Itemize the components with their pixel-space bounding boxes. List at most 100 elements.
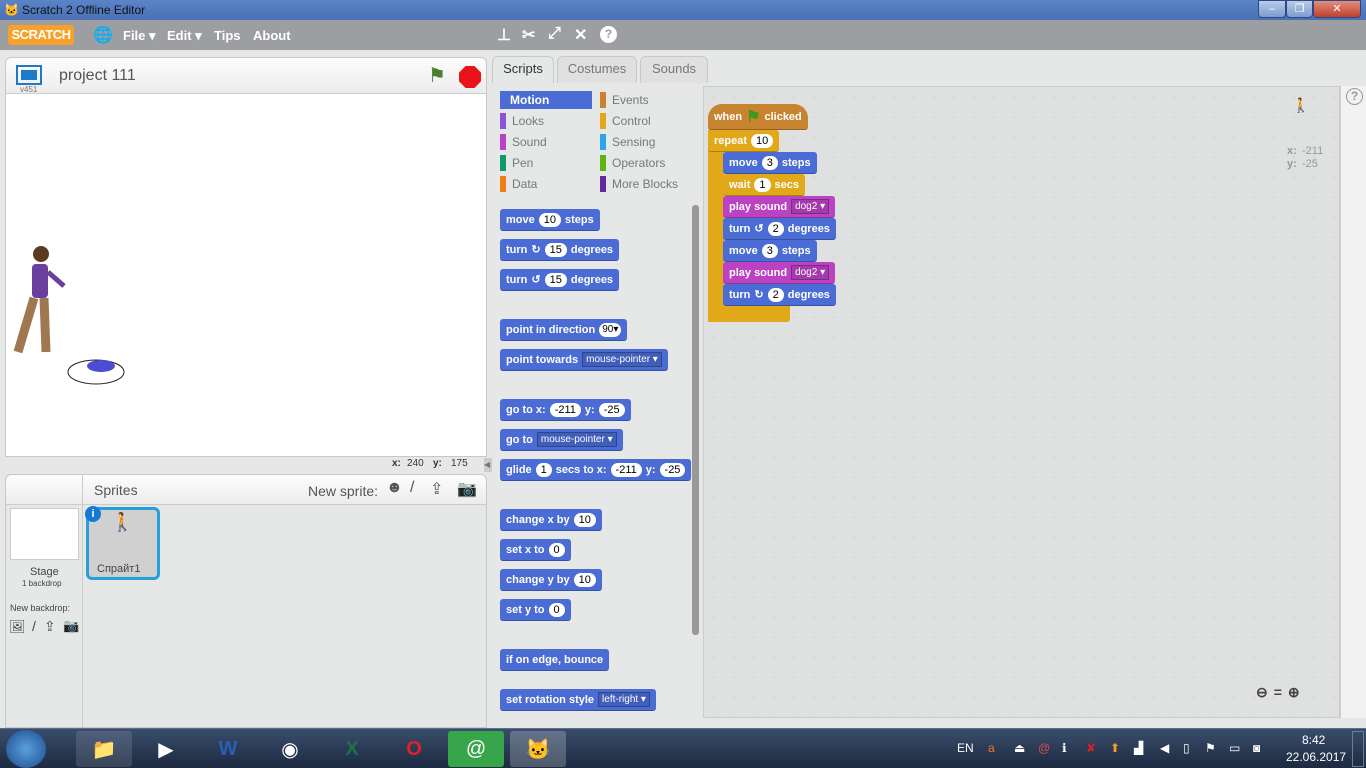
zoom-in-icon[interactable]: ⊕	[1288, 684, 1300, 708]
cut-scissors-icon[interactable]: ✂	[522, 25, 535, 45]
avast-tray-icon[interactable]: a	[988, 741, 995, 755]
info-icon[interactable]: i	[85, 506, 101, 522]
volume-tray-icon[interactable]: ◀	[1160, 741, 1169, 755]
tab-scripts[interactable]: Scripts	[492, 56, 554, 83]
number-input[interactable]: 15	[544, 272, 567, 287]
dropdown-input[interactable]: left-right ▾	[598, 692, 650, 707]
mail-tray-icon[interactable]: @	[1038, 741, 1050, 755]
backdrop-library-icon[interactable]: 🖼	[9, 619, 26, 635]
number-input[interactable]: 3	[761, 155, 778, 170]
palette-block[interactable]: move 10 steps	[500, 209, 600, 231]
info-tray-icon[interactable]: ℹ	[1062, 741, 1067, 755]
palette-block[interactable]: if on edge, bounce	[500, 649, 610, 671]
upload-backdrop-icon[interactable]: ⇪	[44, 618, 56, 635]
script-block[interactable]: play sound dog2 ▾	[723, 262, 836, 284]
dropdown-input[interactable]: mouse-pointer ▾	[536, 432, 617, 447]
collapse-stage-arrow-icon[interactable]: ◀	[484, 458, 492, 472]
menu-tips[interactable]: Tips	[214, 28, 241, 43]
duplicate-stamp-icon[interactable]: ⊥	[497, 25, 511, 45]
number-input[interactable]: 0	[548, 542, 565, 557]
menu-edit[interactable]: Edit ▾	[167, 28, 202, 44]
taskbar-mail-agent-icon[interactable]: @	[448, 731, 504, 767]
clock-time[interactable]: 8:42	[1302, 733, 1325, 747]
number-input[interactable]: 3	[761, 243, 778, 258]
scratch-logo[interactable]: SCRATCH	[8, 25, 74, 45]
network-tray-icon[interactable]: ▟	[1134, 741, 1143, 755]
paint-backdrop-icon[interactable]: /	[32, 618, 36, 634]
battery-tray-icon[interactable]: ▯	[1183, 741, 1190, 755]
menu-about[interactable]: About	[253, 28, 291, 43]
number-input[interactable]: -211	[610, 462, 642, 477]
flag-tray-icon[interactable]: ⚑	[1205, 741, 1216, 755]
number-input[interactable]: 10	[573, 512, 596, 527]
zoom-reset-icon[interactable]: =	[1274, 684, 1282, 708]
palette-block[interactable]: change x by 10	[500, 509, 602, 531]
show-desktop-button[interactable]	[1352, 731, 1364, 767]
category-control[interactable]: Control	[600, 112, 692, 130]
dropdown-input[interactable]: dog2 ▾	[791, 265, 830, 280]
close-button[interactable]: ✕	[1313, 0, 1361, 18]
green-flag-icon[interactable]: ⚑	[428, 63, 446, 88]
taskbar-opera-icon[interactable]: O	[386, 731, 442, 767]
dropdown-input[interactable]: mouse-pointer ▾	[582, 352, 662, 367]
project-title[interactable]: project 111	[59, 67, 136, 85]
taskbar-media-icon[interactable]: ▶	[138, 731, 194, 767]
zoom-out-icon[interactable]: ⊖	[1256, 684, 1268, 708]
stage-canvas[interactable]	[6, 94, 486, 456]
tab-costumes[interactable]: Costumes	[557, 56, 637, 83]
fullscreen-icon[interactable]	[16, 65, 42, 85]
camera-icon[interactable]: 📷	[457, 479, 477, 499]
number-input[interactable]: 1	[754, 177, 771, 192]
number-input[interactable]: -211	[549, 402, 581, 417]
number-input[interactable]: 1	[535, 462, 552, 477]
camera-tray-icon[interactable]: ◙	[1253, 741, 1260, 755]
category-more-blocks[interactable]: More Blocks	[600, 175, 692, 193]
palette-block[interactable]: set x to 0	[500, 539, 571, 561]
number-input[interactable]: 2	[767, 287, 784, 302]
category-operators[interactable]: Operators	[600, 154, 692, 172]
help-icon[interactable]: ?	[1346, 88, 1363, 105]
palette-block[interactable]: turn ↺ 15 degrees	[500, 269, 620, 291]
script-block[interactable]: turn ↻ 2 degrees	[723, 284, 836, 306]
maximize-button[interactable]: ❐	[1286, 0, 1313, 18]
script-block[interactable]: move 3 steps	[723, 152, 817, 174]
girl-and-dog-sprite[interactable]	[6, 242, 136, 402]
minimize-button[interactable]: –	[1258, 0, 1286, 18]
action-center-tray-icon[interactable]: ✘	[1086, 741, 1096, 755]
tab-sounds[interactable]: Sounds	[640, 56, 708, 83]
when-flag-clicked-block[interactable]: when ⚑ clicked	[708, 104, 808, 130]
taskbar-excel-icon[interactable]: X	[324, 731, 380, 767]
menu-file[interactable]: File ▾	[123, 28, 156, 44]
number-input[interactable]: 10	[573, 572, 596, 587]
palette-block[interactable]: go to x: -211 y: -25	[500, 399, 631, 421]
number-input[interactable]: 10	[751, 133, 774, 148]
repeat-c-arm[interactable]	[708, 130, 724, 322]
help-icon[interactable]: ?	[600, 26, 617, 43]
category-looks[interactable]: Looks	[500, 112, 592, 130]
script-block[interactable]: play sound dog2 ▾	[723, 196, 836, 218]
update-tray-icon[interactable]: ⬆	[1110, 741, 1120, 755]
number-input[interactable]: 0	[548, 602, 565, 617]
taskbar-word-icon[interactable]: W	[200, 731, 256, 767]
stop-sign-icon[interactable]	[459, 66, 481, 88]
category-events[interactable]: Events	[600, 91, 692, 109]
direction-dropdown[interactable]: 90▾	[599, 322, 622, 337]
camera-backdrop-icon[interactable]: 📷	[63, 618, 79, 634]
palette-scrollbar[interactable]	[692, 205, 699, 635]
grow-icon[interactable]: ⤢	[548, 25, 561, 43]
repeat-loop-arrow-icon[interactable]	[708, 306, 790, 322]
sprite-thumbnail[interactable]: i 🚶 Спрайт1	[85, 506, 160, 580]
category-sensing[interactable]: Sensing	[600, 133, 692, 151]
palette-block[interactable]: turn ↻ 15 degrees	[500, 239, 620, 261]
number-input[interactable]: -25	[598, 402, 625, 417]
palette-block[interactable]: set rotation style left-right ▾	[500, 689, 656, 711]
shrink-icon[interactable]: ✕	[574, 25, 587, 45]
category-motion[interactable]: Motion	[500, 91, 592, 109]
palette-block[interactable]: set y to 0	[500, 599, 571, 621]
category-data[interactable]: Data	[500, 175, 592, 193]
script-block[interactable]: turn ↺ 2 degrees	[723, 218, 836, 240]
dropdown-input[interactable]: dog2 ▾	[791, 199, 830, 214]
category-pen[interactable]: Pen	[500, 154, 592, 172]
taskbar-scratch-icon[interactable]: 🐱	[510, 731, 566, 767]
usb-tray-icon[interactable]: ⏏	[1014, 741, 1025, 755]
